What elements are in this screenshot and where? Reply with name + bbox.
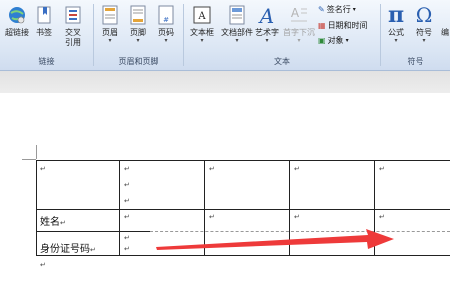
paragraph-mark: ↵	[124, 234, 130, 242]
paragraph-mark: ↵	[209, 213, 215, 221]
group-label-symbols: 符号	[407, 57, 424, 66]
margin-marker	[22, 159, 36, 160]
paragraph-mark: ↵	[294, 165, 300, 173]
table-row-label: 姓名↵	[40, 217, 66, 228]
bookmark-label: 书签	[36, 28, 52, 37]
signature-line-button[interactable]: ✎ 签名行 ▾	[318, 3, 356, 15]
footer-icon	[128, 4, 148, 26]
header-button[interactable]: 页眉 ▾	[99, 2, 121, 52]
chevron-down-icon: ▾	[164, 37, 168, 44]
paragraph-mark: ↵	[124, 181, 130, 189]
dropcap-button: A 首字下沉 ▾	[282, 2, 316, 52]
chevron-down-icon: ▾	[136, 37, 140, 44]
group-label-text: 文本	[274, 57, 290, 66]
textbox-icon: A	[192, 4, 212, 26]
chevron-down-icon: ▾	[422, 37, 426, 44]
dropcap-icon: A	[289, 4, 309, 26]
chevron-down-icon: ▾	[352, 5, 356, 13]
paragraph-mark: ↵	[124, 197, 130, 205]
margin-marker	[36, 145, 37, 159]
table-border	[36, 160, 450, 161]
pi-icon: π	[387, 2, 405, 28]
paragraph-mark: ↵	[379, 165, 385, 173]
table-border	[36, 231, 150, 232]
document-page[interactable]: ↵ ↵ ↵ ↵ ↵ ↵ ↵ 姓名↵ ↵ ↵ ↵ ↵ 身份证号码↵ ↵ ↵ ↵	[0, 93, 450, 300]
insert-ribbon: 超链接 书签 交叉 引用 页眉 ▾ 页脚 ▾ # 页码 ▾ A 文本框 ▾ 文档…	[0, 0, 450, 71]
paragraph-mark: ↵	[40, 165, 46, 173]
chevron-down-icon: ▾	[297, 37, 301, 44]
equation-button[interactable]: π 公式 ▾	[384, 2, 408, 52]
svg-text:A: A	[258, 4, 274, 26]
omega-icon: Ω	[415, 3, 433, 27]
symbol-button[interactable]: Ω 符号 ▾	[412, 2, 436, 52]
date-time-label: 日期和时间	[327, 20, 368, 30]
paragraph-mark: ↵	[40, 261, 46, 269]
cross-reference-label: 交叉 引用	[65, 28, 81, 47]
svg-text:A: A	[197, 11, 206, 22]
cross-reference-icon	[63, 4, 83, 26]
paragraph-mark: ↵	[124, 245, 130, 253]
svg-text:#: #	[163, 16, 169, 24]
table-border	[119, 160, 120, 256]
quick-parts-button[interactable]: 文档部件 ▾	[220, 2, 254, 52]
calendar-icon: ▦	[318, 20, 326, 30]
chevron-down-icon: ▾	[394, 37, 398, 44]
edge-label: 编	[441, 28, 449, 37]
object-label: 对象	[327, 35, 344, 45]
red-arrow-icon	[156, 229, 394, 250]
chevron-down-icon: ▾	[108, 37, 112, 44]
paragraph-mark: ↵	[294, 213, 300, 221]
page-number-button[interactable]: # 页码 ▾	[155, 2, 177, 52]
date-time-button[interactable]: ▦ 日期和时间	[318, 19, 368, 31]
textbox-button[interactable]: A 文本框 ▾	[188, 2, 216, 52]
group-label-header-footer: 页眉和页脚	[118, 57, 159, 66]
chevron-down-icon: ▾	[235, 37, 239, 44]
paragraph-mark: ↵	[124, 213, 130, 221]
header-icon	[100, 4, 120, 26]
signature-icon: ✎	[318, 4, 325, 14]
globe-link-icon	[7, 4, 27, 26]
signature-line-label: 签名行	[326, 4, 351, 14]
edge-icon	[440, 4, 450, 26]
table-border	[36, 209, 450, 210]
paragraph-mark: ↵	[379, 213, 385, 221]
table-border	[36, 160, 37, 256]
wordart-button[interactable]: A 艺术字 ▾	[254, 2, 280, 52]
group-label-links: 链接	[38, 57, 55, 66]
chevron-down-icon: ▾	[265, 37, 269, 44]
table-border	[36, 255, 450, 256]
edge-button[interactable]: 编	[440, 2, 450, 52]
wordart-icon: A	[257, 4, 277, 26]
object-icon: ▣	[318, 35, 326, 45]
svg-text:A: A	[291, 6, 300, 20]
hyperlink-button[interactable]: 超链接	[4, 2, 30, 52]
table-row-label: 身份证号码↵	[40, 244, 96, 255]
chevron-down-icon: ▾	[200, 37, 204, 44]
bookmark-button[interactable]: 书签	[34, 2, 54, 52]
cross-reference-button[interactable]: 交叉 引用	[61, 2, 85, 52]
footer-button[interactable]: 页脚 ▾	[127, 2, 149, 52]
paragraph-mark: ↵	[124, 165, 130, 173]
quick-parts-icon	[227, 4, 247, 26]
page-number-icon: #	[156, 4, 176, 26]
object-button[interactable]: ▣ 对象 ▾	[318, 34, 349, 46]
paragraph-mark: ↵	[209, 165, 215, 173]
bookmark-icon	[34, 4, 54, 26]
chevron-down-icon: ▾	[345, 36, 349, 44]
document-background	[0, 71, 450, 93]
hyperlink-label: 超链接	[5, 28, 29, 37]
